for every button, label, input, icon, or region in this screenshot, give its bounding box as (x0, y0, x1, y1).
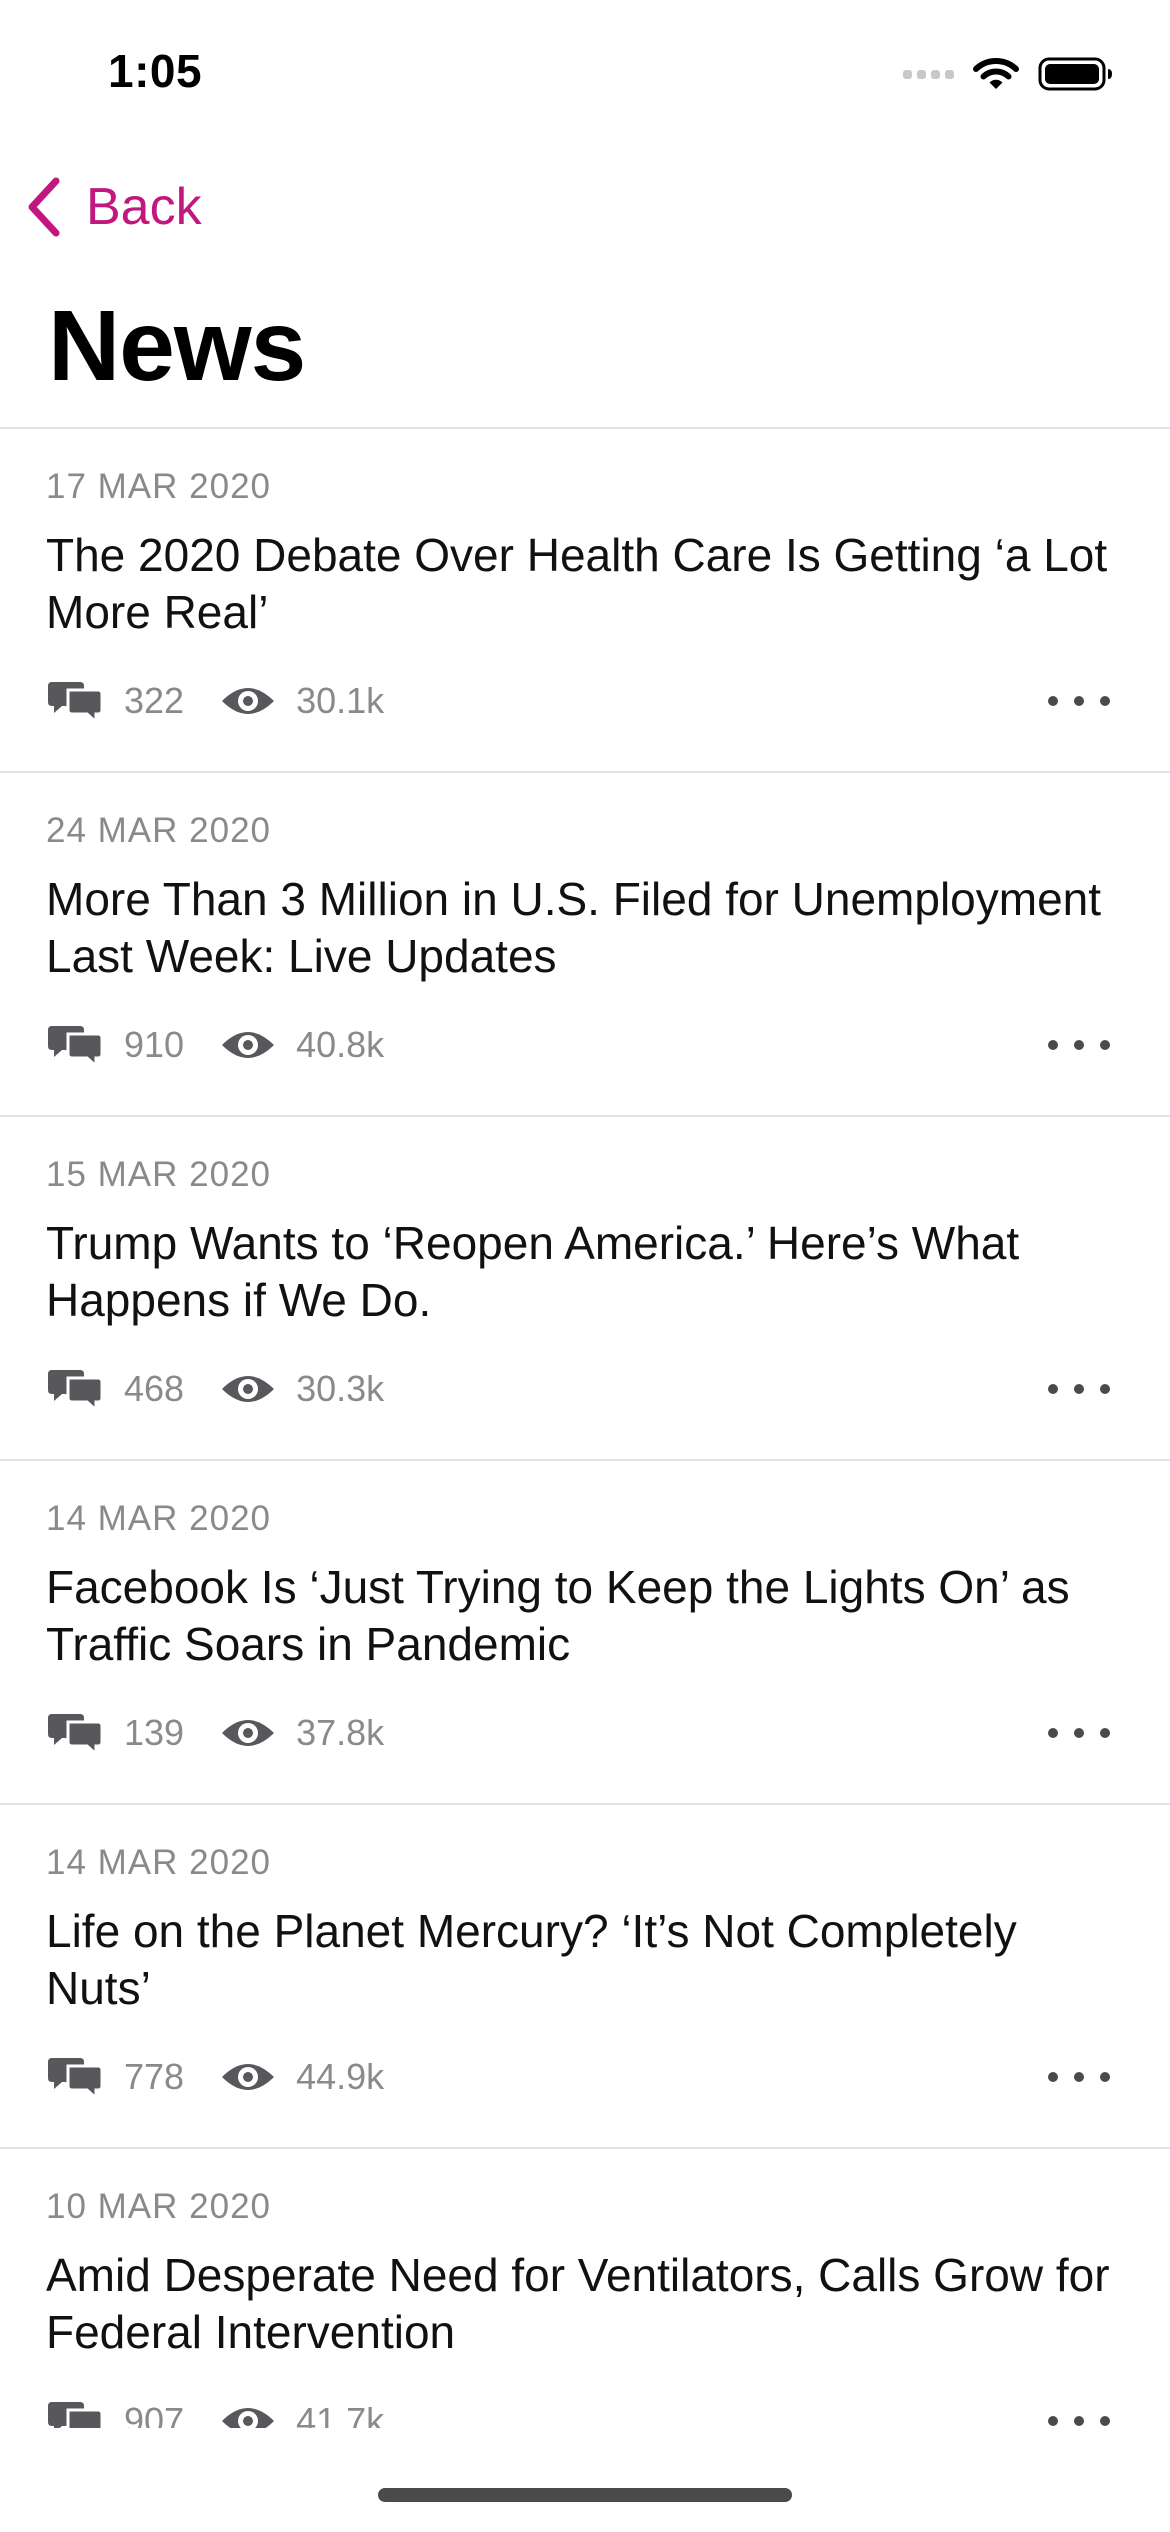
eye-icon (220, 2401, 276, 2428)
page-title: News (48, 290, 306, 402)
more-icon (1048, 2072, 1058, 2082)
comments-icon (48, 1022, 104, 1068)
news-item[interactable]: 17 MAR 2020 The 2020 Debate Over Health … (0, 429, 1170, 773)
more-icon (1048, 1728, 1058, 1738)
comments-count: 468 (124, 1368, 185, 1409)
news-date: 17 MAR 2020 (46, 467, 272, 506)
eye-icon (220, 1025, 276, 1065)
eye-icon (220, 1713, 276, 1753)
status-icons (903, 52, 1114, 96)
comments-icon (48, 678, 104, 724)
eye-icon (220, 1369, 276, 1409)
news-headline[interactable]: Life on the Planet Mercury? ‘It’s Not Co… (46, 1903, 1126, 2017)
more-icon (1048, 2416, 1058, 2426)
news-meta: 907 41.7k (48, 2395, 384, 2428)
news-headline[interactable]: The 2020 Debate Over Health Care Is Gett… (46, 527, 1126, 641)
news-date: 15 MAR 2020 (46, 1155, 272, 1194)
views-count: 44.9k (296, 2056, 385, 2097)
news-meta: 910 40.8k (48, 1019, 384, 1071)
news-headline[interactable]: Facebook Is ‘Just Trying to Keep the Lig… (46, 1559, 1126, 1673)
views-count: 40.8k (296, 1024, 385, 1065)
news-headline[interactable]: Trump Wants to ‘Reopen America.’ Here’s … (46, 1215, 1126, 1329)
news-meta: 468 30.3k (48, 1363, 384, 1415)
news-date: 10 MAR 2020 (46, 2187, 272, 2226)
comments-icon (48, 2054, 104, 2100)
more-button[interactable] (1048, 1025, 1110, 1065)
signal-icon (903, 69, 954, 79)
more-button[interactable] (1048, 1369, 1110, 1409)
news-list[interactable]: 17 MAR 2020 The 2020 Debate Over Health … (0, 427, 1170, 2428)
more-button[interactable] (1048, 2401, 1110, 2428)
comments-icon (48, 1366, 104, 1412)
chevron-left-icon (28, 177, 60, 237)
more-button[interactable] (1048, 2057, 1110, 2097)
comments-icon (48, 2398, 104, 2428)
news-date: 14 MAR 2020 (46, 1499, 272, 1538)
back-button-label: Back (86, 178, 202, 236)
news-headline[interactable]: Amid Desperate Need for Ventilators, Cal… (46, 2247, 1126, 2361)
status-bar: 1:05 (0, 0, 1170, 150)
comments-icon (48, 1710, 104, 1756)
comments-count: 907 (124, 2400, 185, 2428)
views-count: 30.1k (296, 680, 385, 721)
comments-count: 778 (124, 2056, 185, 2097)
battery-icon (1038, 57, 1112, 91)
more-icon (1048, 696, 1058, 706)
wifi-icon (973, 58, 1019, 89)
news-date: 24 MAR 2020 (46, 811, 272, 850)
news-item[interactable]: 14 MAR 2020 Life on the Planet Mercury? … (0, 1805, 1170, 2149)
status-time: 1:05 (108, 45, 203, 97)
comments-count: 910 (124, 1024, 185, 1065)
comments-count: 139 (124, 1712, 185, 1753)
more-icon (1048, 1384, 1058, 1394)
news-item[interactable]: 24 MAR 2020 More Than 3 Million in U.S. … (0, 773, 1170, 1117)
eye-icon (220, 2057, 276, 2097)
news-meta: 139 37.8k (48, 1707, 384, 1759)
back-button[interactable]: Back (24, 172, 202, 242)
eye-icon (220, 681, 276, 721)
news-meta: 322 30.1k (48, 675, 384, 727)
more-icon (1048, 1040, 1058, 1050)
views-count: 41.7k (296, 2400, 385, 2428)
comments-count: 322 (124, 680, 185, 721)
news-item[interactable]: 14 MAR 2020 Facebook Is ‘Just Trying to … (0, 1461, 1170, 1805)
more-button[interactable] (1048, 1713, 1110, 1753)
news-meta: 778 44.9k (48, 2051, 384, 2103)
home-indicator[interactable] (378, 2488, 792, 2502)
news-item[interactable]: 10 MAR 2020 Amid Desperate Need for Vent… (0, 2149, 1170, 2428)
news-date: 14 MAR 2020 (46, 1843, 272, 1882)
news-item[interactable]: 15 MAR 2020 Trump Wants to ‘Reopen Ameri… (0, 1117, 1170, 1461)
news-headline[interactable]: More Than 3 Million in U.S. Filed for Un… (46, 871, 1126, 985)
more-button[interactable] (1048, 681, 1110, 721)
views-count: 37.8k (296, 1712, 385, 1753)
views-count: 30.3k (296, 1368, 385, 1409)
